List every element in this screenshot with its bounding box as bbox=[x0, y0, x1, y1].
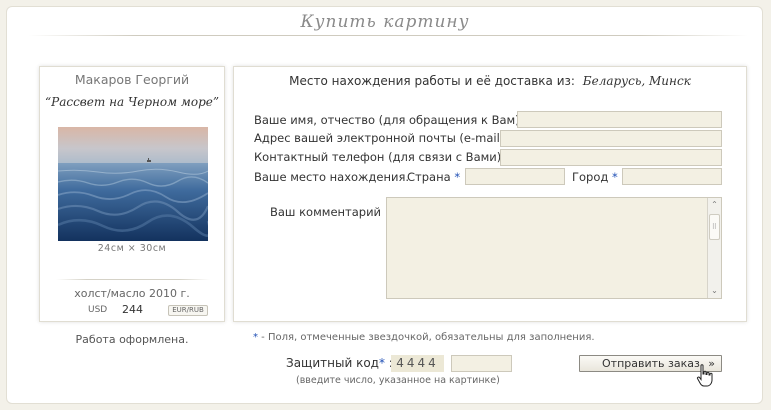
submit-label: Отправить заказ bbox=[602, 357, 700, 370]
phone-label: Контактный телефон (для связи с Вами) * … bbox=[254, 150, 518, 164]
card-divider bbox=[56, 279, 210, 280]
phone-input[interactable] bbox=[500, 149, 722, 166]
delivery-info: Место нахождения работы и её доставка из… bbox=[234, 74, 746, 88]
scroll-thumb[interactable]: ⠿ bbox=[709, 214, 720, 240]
email-label: Адрес вашей электронной почты (e-mail) *… bbox=[254, 131, 521, 145]
artwork-image-svg bbox=[58, 127, 208, 241]
location-label: Ваше место нахождения. bbox=[254, 170, 410, 184]
artist-name: Макаров Георгий bbox=[74, 72, 190, 87]
header-divider bbox=[28, 35, 748, 36]
required-note: * - Поля, отмеченные звездочкой, обязате… bbox=[253, 332, 595, 343]
comment-label: Ваш комментарий : bbox=[270, 205, 389, 219]
name-label-text: Ваше имя, отчество (для обращения к Вам) bbox=[254, 113, 520, 127]
artwork-card: Макаров Георгий “Рассвет на Черном море” bbox=[39, 66, 225, 322]
artwork-dimensions: 24см × 30см bbox=[97, 243, 167, 254]
down-arrows-icon[interactable]: ⌄ bbox=[708, 284, 721, 298]
artwork-image bbox=[58, 127, 208, 241]
up-arrows-icon[interactable]: ⌃ bbox=[708, 198, 721, 212]
hand-pointer-icon bbox=[696, 364, 713, 387]
framed-note: Работа оформлена. bbox=[75, 333, 189, 346]
captcha-label: Защитный код* : bbox=[286, 356, 393, 370]
name-input[interactable] bbox=[517, 111, 722, 128]
name-label: Ваше имя, отчество (для обращения к Вам)… bbox=[254, 113, 537, 127]
comment-textarea[interactable] bbox=[386, 197, 722, 299]
email-input[interactable] bbox=[500, 130, 722, 147]
delivery-label: Место нахождения работы и её доставка из… bbox=[289, 74, 575, 88]
country-label: Страна * : bbox=[407, 170, 468, 184]
price-currency: USD bbox=[88, 305, 108, 315]
city-input[interactable] bbox=[622, 168, 722, 185]
required-note-text: - Поля, отмеченные звездочкой, обязатель… bbox=[258, 332, 595, 343]
captcha-label-text: Защитный код bbox=[286, 356, 379, 370]
city-label: Город * : bbox=[572, 170, 625, 184]
captcha-input[interactable] bbox=[451, 355, 512, 372]
comment-scrollbar[interactable]: ⌃ ⠿ ⌄ bbox=[707, 198, 721, 298]
artwork-medium: холст/масло 2010 г. bbox=[74, 287, 190, 300]
page-title: Купить картину bbox=[300, 12, 470, 32]
captcha-image: 4444 bbox=[391, 355, 444, 372]
artwork-title: “Рассвет на Черном море” bbox=[45, 95, 219, 109]
city-label-text: Город bbox=[572, 170, 609, 184]
currency-switch-button[interactable]: EUR/RUB bbox=[168, 305, 208, 316]
comment-box: ⌃ ⠿ ⌄ bbox=[386, 197, 722, 299]
email-label-text: Адрес вашей электронной почты (e-mail) bbox=[254, 131, 505, 145]
delivery-location: Беларусь, Минск bbox=[582, 74, 691, 88]
phone-label-text: Контактный телефон (для связи с Вами) bbox=[254, 150, 502, 164]
captcha-hint: (введите число, указанное на картинке) bbox=[296, 375, 500, 386]
country-label-text: Страна bbox=[407, 170, 451, 184]
country-input[interactable] bbox=[465, 168, 565, 185]
price-value: 244 bbox=[122, 303, 143, 316]
